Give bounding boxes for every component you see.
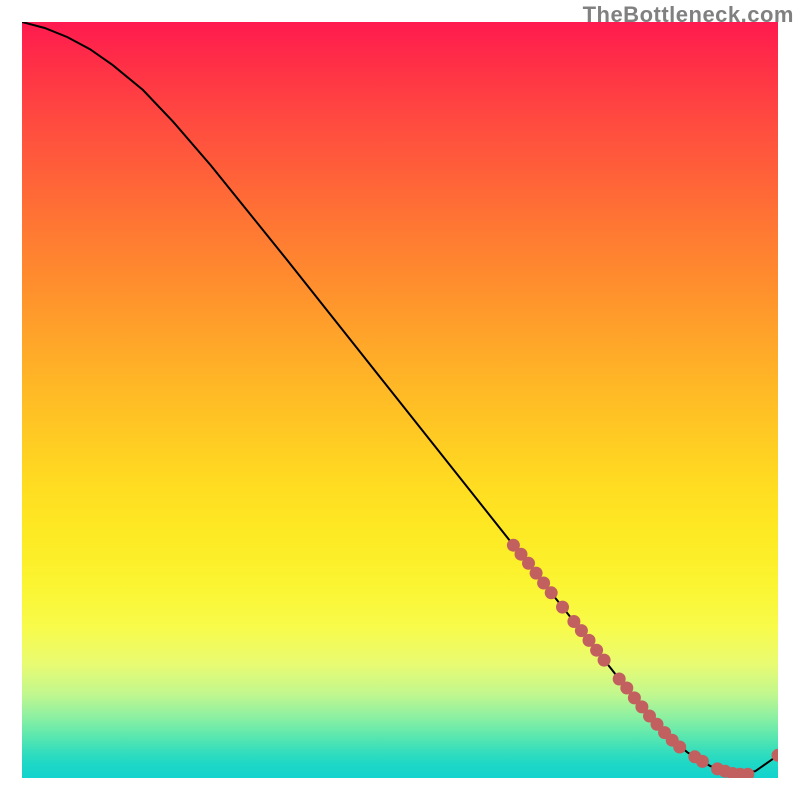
curve-path [22, 22, 778, 774]
marker-point [545, 586, 558, 599]
plot-area [22, 22, 778, 778]
line-layer [22, 22, 778, 778]
marker-point [556, 601, 569, 614]
bottleneck-chart: TheBottleneck.com [0, 0, 800, 800]
watermark-text: TheBottleneck.com [583, 2, 794, 28]
marker-point [696, 755, 709, 768]
marker-point [673, 741, 686, 754]
marker-point [598, 654, 611, 667]
marker-group [507, 539, 778, 778]
